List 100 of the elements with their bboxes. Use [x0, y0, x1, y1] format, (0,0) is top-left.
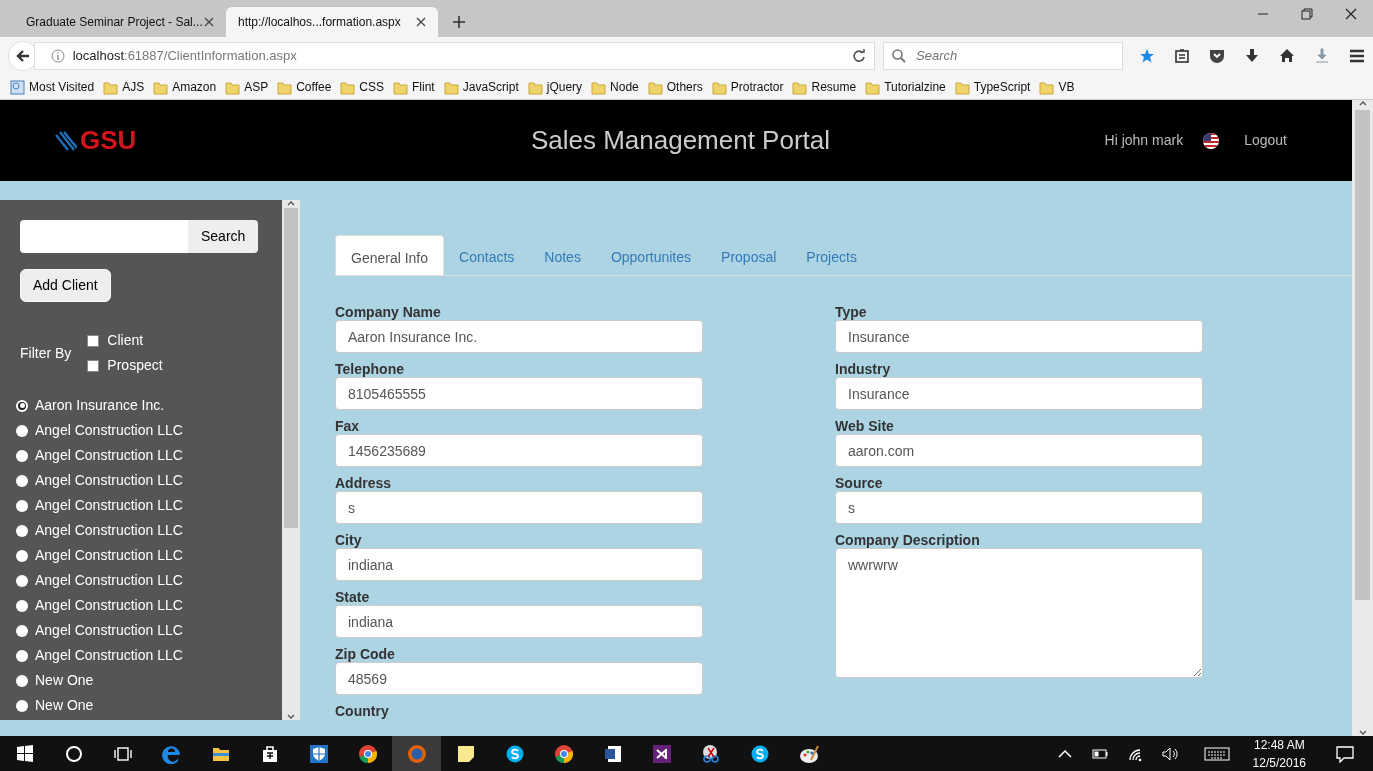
client-name: Angel Construction LLC: [35, 596, 183, 615]
radio-button[interactable]: [16, 424, 28, 437]
radio-button[interactable]: [16, 574, 28, 587]
volume-icon[interactable]: [1160, 745, 1179, 763]
radio-button[interactable]: [16, 474, 28, 487]
bookmark-item[interactable]: CSS: [340, 78, 385, 96]
input-field[interactable]: Insurance: [835, 320, 1203, 353]
radio-button[interactable]: [16, 699, 28, 712]
input-field[interactable]: Insurance: [835, 377, 1203, 410]
field-label: Company Name: [335, 303, 442, 320]
tab[interactable]: General Info: [335, 235, 445, 275]
shield-icon: [308, 744, 329, 764]
browser-icon: [357, 744, 378, 764]
search-field[interactable]: Search: [883, 42, 1123, 70]
radio-button[interactable]: [16, 624, 28, 637]
radio-button[interactable]: [16, 649, 28, 662]
text-area[interactable]: wwrwrw: [835, 548, 1203, 678]
scrollbar[interactable]: [282, 200, 300, 720]
bookmark-item[interactable]: Tutorialzine: [865, 78, 946, 96]
app-icon: [651, 744, 672, 764]
download-icon[interactable]: [1314, 48, 1330, 64]
scroll-up-icon[interactable]: [1358, 100, 1367, 106]
radio-button[interactable]: [16, 549, 28, 562]
bookmark-item[interactable]: ASP: [225, 78, 269, 96]
folder-icon: [103, 79, 119, 95]
clipboard-icon[interactable]: [1174, 48, 1190, 64]
browser-tab[interactable]: http://localhos...formation.aspx: [226, 7, 438, 37]
new-tab-icon[interactable]: [452, 15, 466, 29]
bookmark-item[interactable]: AJS: [103, 78, 145, 96]
add-client-button[interactable]: Add Client: [20, 269, 111, 302]
home-icon[interactable]: [1279, 48, 1295, 64]
keyboard-icon[interactable]: [1203, 745, 1230, 763]
input-field[interactable]: 8105465555: [335, 377, 703, 410]
input-field[interactable]: 1456235689: [335, 434, 703, 467]
download-arrow-icon[interactable]: [1244, 48, 1260, 64]
bookmark-item[interactable]: Node: [591, 78, 639, 96]
filter-label: Filter By: [20, 343, 72, 363]
folder-icon: [443, 79, 459, 95]
search-button[interactable]: Search: [188, 220, 259, 253]
bookmark-item[interactable]: Others: [647, 78, 703, 96]
field-label: Zip Code: [335, 645, 396, 662]
bookmark-item[interactable]: Most Visited: [10, 78, 95, 96]
client-name: Angel Construction LLC: [35, 446, 183, 465]
checkbox[interactable]: [87, 359, 100, 372]
input-field[interactable]: 48569: [335, 662, 703, 695]
notification-icon[interactable]: [1335, 745, 1355, 763]
restore-icon[interactable]: [1301, 8, 1313, 20]
client-name: Angel Construction LLC: [35, 471, 183, 490]
bookmark-item[interactable]: Flint: [393, 78, 435, 96]
field-label: Industry: [835, 360, 892, 377]
radio-button[interactable]: [16, 674, 28, 687]
reload-icon[interactable]: [852, 49, 866, 63]
bookmark-item[interactable]: VB: [1039, 78, 1075, 96]
scrollbar[interactable]: [1352, 100, 1373, 736]
folder-icon: [153, 79, 169, 95]
client-name: Angel Construction LLC: [35, 496, 183, 515]
page-title: Sales Management Portal: [529, 124, 832, 157]
input-field[interactable]: indiana: [335, 548, 703, 581]
radio-button[interactable]: [16, 524, 28, 537]
client-name: Angel Construction LLC: [35, 421, 183, 440]
checkbox-label: Client: [107, 331, 144, 350]
folder-icon: [393, 79, 409, 95]
menu-icon[interactable]: [1349, 48, 1365, 64]
input-field[interactable]: indiana: [335, 605, 703, 638]
bookmark-item[interactable]: jQuery: [527, 78, 583, 96]
input-field[interactable]: s: [335, 491, 703, 524]
client-name: Angel Construction LLC: [35, 571, 183, 590]
pocket-icon[interactable]: [1209, 48, 1225, 64]
scroll-down-icon[interactable]: [287, 714, 295, 720]
field-label: Address: [335, 474, 393, 491]
bookmark-star-icon[interactable]: [1139, 48, 1155, 64]
radio-button[interactable]: [16, 399, 28, 412]
input-field[interactable]: Aaron Insurance Inc.: [335, 320, 703, 353]
bookmark-item[interactable]: TypeScript: [954, 78, 1031, 96]
input-field[interactable]: s: [835, 491, 1203, 524]
radio-button[interactable]: [16, 499, 28, 512]
close-icon[interactable]: [1345, 8, 1357, 20]
bookmark-item[interactable]: JavaScript: [443, 78, 519, 96]
radio-button[interactable]: [16, 449, 28, 462]
field-label: Country: [335, 702, 390, 719]
folder-icon: [711, 79, 727, 95]
radio-button[interactable]: [16, 599, 28, 612]
logout-link[interactable]: Logout: [1244, 130, 1287, 151]
bookmark-item[interactable]: Resume: [792, 78, 857, 96]
bookmark-item[interactable]: Coffee: [277, 78, 332, 96]
stripes-logo-icon: [55, 130, 77, 151]
browser-tab[interactable]: Graduate Seminar Project - Sal...: [14, 7, 226, 37]
checkbox[interactable]: [87, 334, 100, 347]
search-field[interactable]: [20, 220, 188, 253]
scroll-down-icon[interactable]: [1358, 730, 1367, 736]
bookmark-item[interactable]: Protractor: [711, 78, 784, 96]
close-icon[interactable]: [416, 17, 426, 27]
task-view-icon: [112, 744, 133, 764]
scroll-up-icon[interactable]: [287, 200, 295, 206]
close-icon[interactable]: [204, 17, 214, 27]
client-name: Angel Construction LLC: [35, 521, 183, 540]
address-bar[interactable]: localhost:61887/ClientInformation.aspx: [33, 42, 875, 70]
input-field[interactable]: aaron.com: [835, 434, 1203, 467]
field-label: Web Site: [835, 417, 895, 434]
bookmark-item[interactable]: Amazon: [153, 78, 217, 96]
